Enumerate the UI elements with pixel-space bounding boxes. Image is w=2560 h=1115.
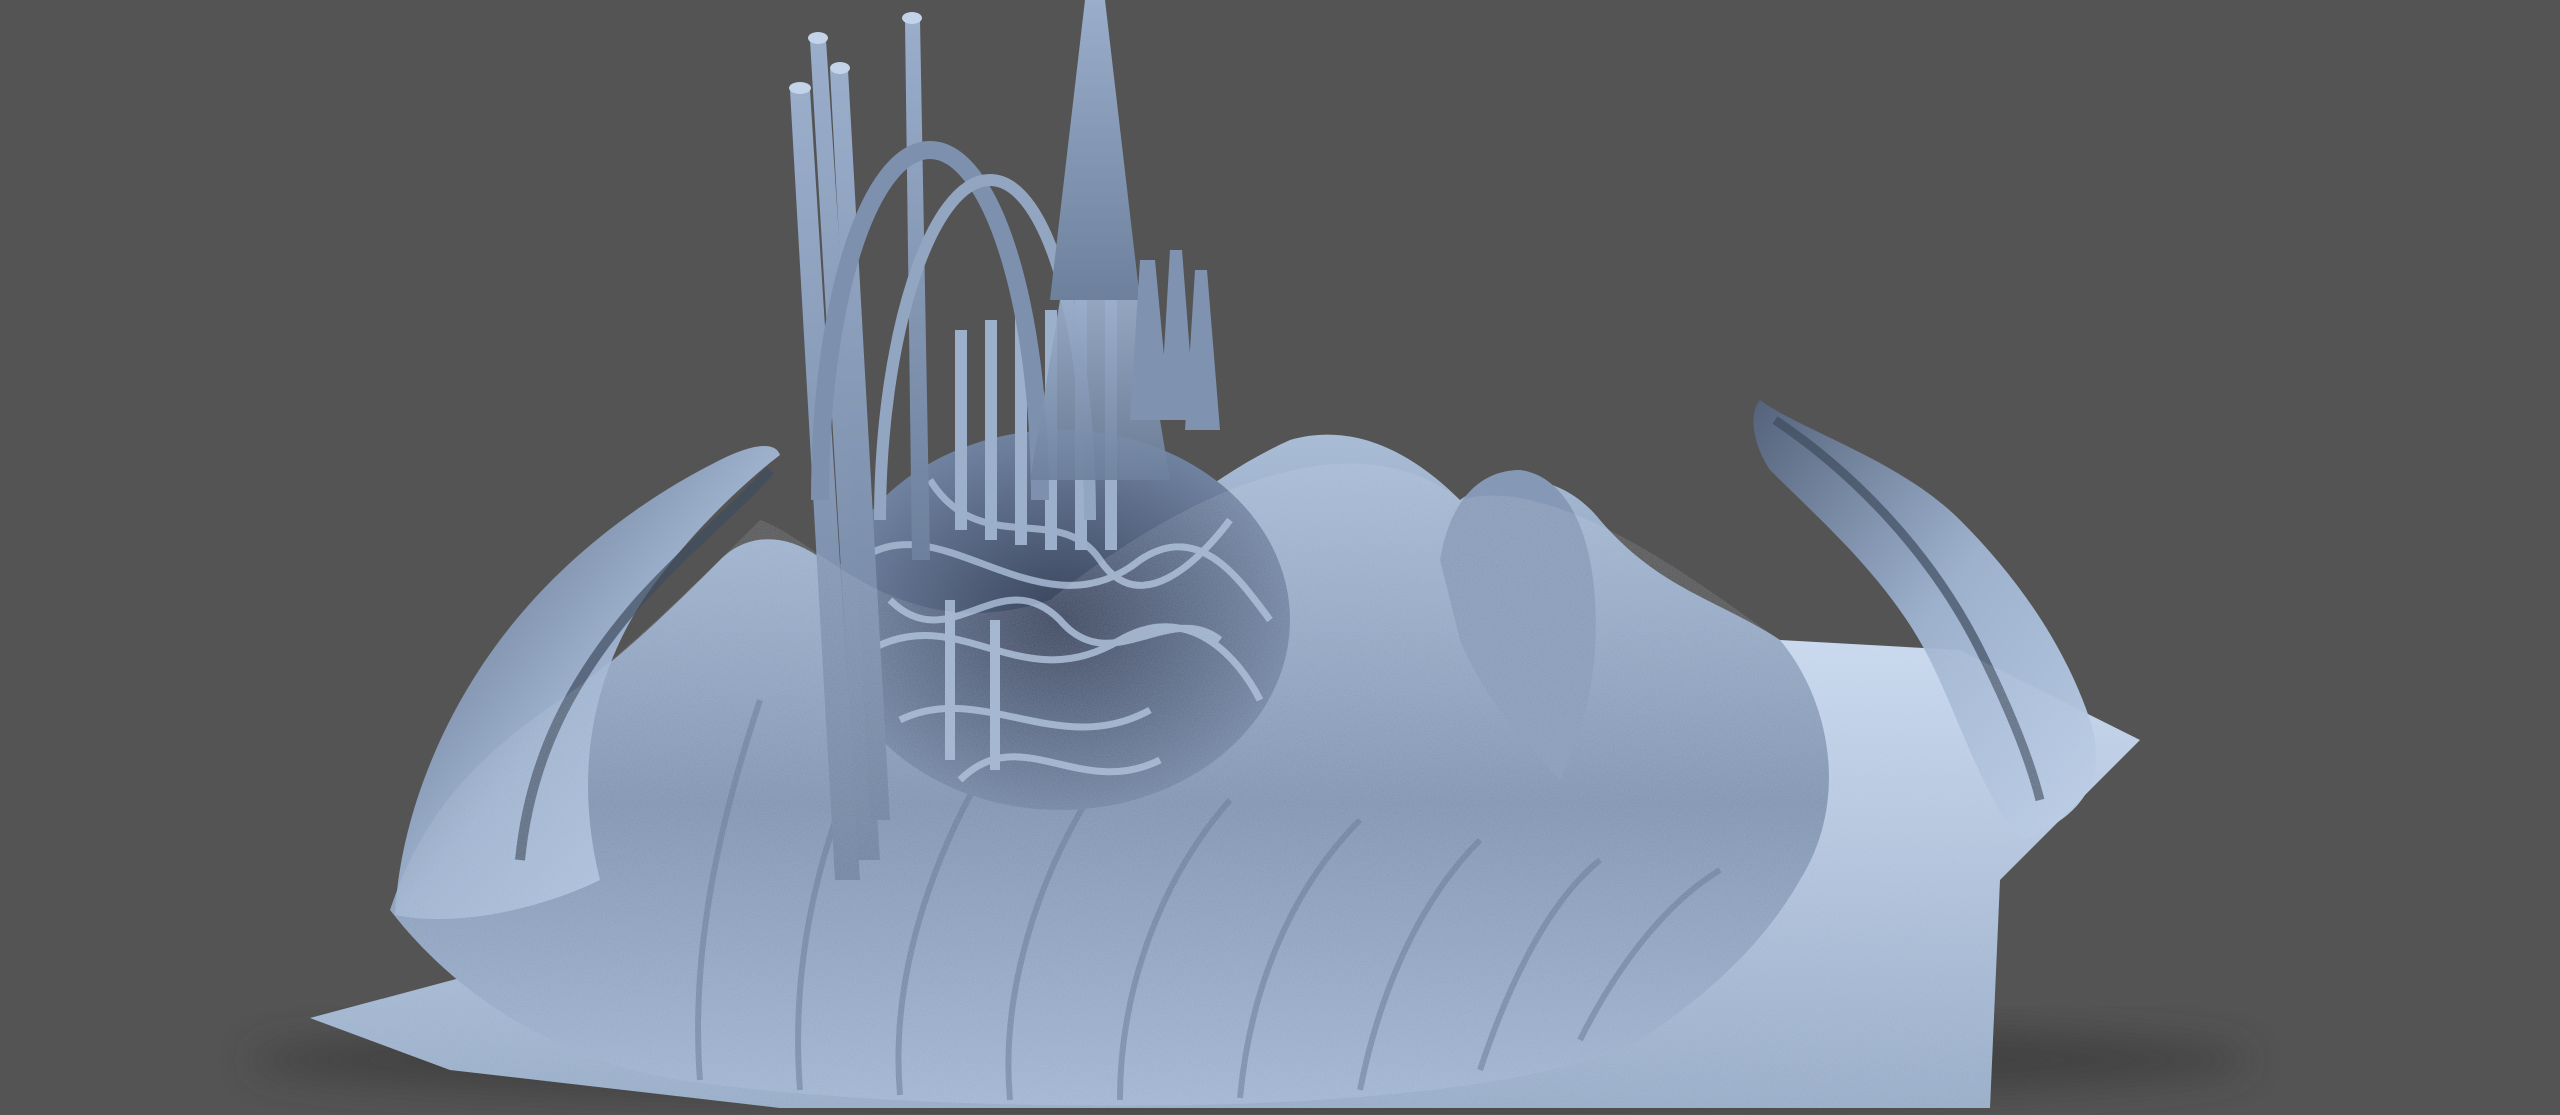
right-spikes <box>1130 250 1220 430</box>
spire-caps <box>789 12 922 94</box>
render-viewport <box>250 0 2250 1108</box>
